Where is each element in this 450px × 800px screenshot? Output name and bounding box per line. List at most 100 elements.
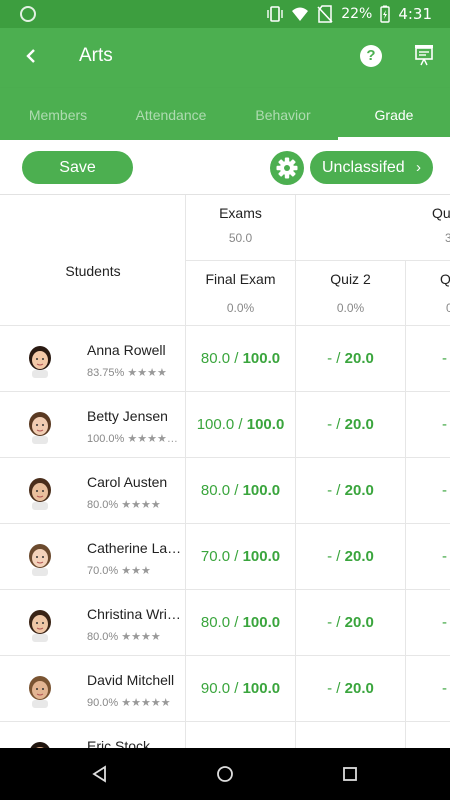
- grade-toolbar: Save Unclassifed ›: [0, 140, 450, 195]
- student-cell[interactable]: Carol Austen 80.0% ★★★★: [0, 458, 186, 524]
- star-rating: ★★★★: [127, 367, 167, 379]
- home-circle-icon[interactable]: [215, 764, 235, 784]
- grade-table: Students Exams 50.0 Qu 3 Final Exam 0.0%…: [0, 195, 450, 748]
- grade-cell[interactable]: - / 20.0: [296, 590, 406, 656]
- table-row[interactable]: Betty Jensen 100.0% ★★★★… 100.0 / 100.0- /…: [0, 392, 450, 458]
- avatar: [29, 610, 51, 642]
- grade-cell[interactable]: -: [406, 326, 450, 392]
- avatar: [29, 478, 51, 510]
- system-nav-bar: [0, 748, 450, 800]
- grade-max: 20.0: [344, 350, 374, 367]
- grade-cell[interactable]: -: [406, 524, 450, 590]
- student-summary: 100.0% ★★★★…: [87, 432, 183, 445]
- save-button[interactable]: Save: [22, 151, 133, 184]
- grade-cell[interactable]: -: [406, 656, 450, 722]
- student-summary: 70.0% ★★★: [87, 564, 183, 577]
- student-cell[interactable]: David Mitchell 90.0% ★★★★★: [0, 656, 186, 722]
- grade-cell[interactable]: -: [406, 458, 450, 524]
- grade-max: 20.0: [344, 482, 374, 499]
- column-header-quiz-2[interactable]: Quiz 2 0.0%: [296, 261, 406, 326]
- grade-cell[interactable]: 80.0 / 100.0: [186, 326, 296, 392]
- vibrate-icon: [267, 6, 283, 22]
- recents-square-icon[interactable]: [340, 764, 360, 784]
- table-row[interactable]: Catherine La… 70.0% ★★★ 70.0 / 100.0- / 20…: [0, 524, 450, 590]
- grade-cell[interactable]: - / 20.0: [296, 458, 406, 524]
- grade-cell[interactable]: - / 20.0: [296, 524, 406, 590]
- table-row[interactable]: Eric Stock: [0, 722, 450, 748]
- wifi-icon: [292, 7, 309, 21]
- avatar: [29, 544, 51, 576]
- grade-cell[interactable]: - / 20.0: [296, 392, 406, 458]
- grade-cell[interactable]: [296, 722, 406, 748]
- table-row[interactable]: Anna Rowell 83.75% ★★★★ 80.0 / 100.0- / 20…: [0, 326, 450, 392]
- tab-grade[interactable]: Grade: [338, 88, 450, 140]
- student-cell[interactable]: Betty Jensen 100.0% ★★★★…: [0, 392, 186, 458]
- grade-cell[interactable]: [186, 722, 296, 748]
- students-header-label: Students: [65, 263, 121, 279]
- grade-cell[interactable]: 70.0 / 100.0: [186, 524, 296, 590]
- student-percent: 90.0%: [87, 697, 119, 709]
- grade-cell[interactable]: -: [406, 392, 450, 458]
- star-rating: ★★★: [121, 565, 151, 577]
- grade-separator: /: [332, 416, 345, 433]
- grade-separator: /: [230, 614, 243, 631]
- tab-members[interactable]: Members: [2, 88, 114, 140]
- grade-score: 80.0: [200, 614, 231, 631]
- grade-cell[interactable]: -: [406, 590, 450, 656]
- grade-cell[interactable]: - / 20.0: [296, 326, 406, 392]
- student-percent: 70.0%: [87, 565, 119, 577]
- student-percent: 83.75%: [87, 367, 125, 379]
- grade-cell[interactable]: - / 20.0: [296, 656, 406, 722]
- presentation-icon[interactable]: [414, 44, 434, 66]
- tab-behavior[interactable]: Behavior: [227, 88, 339, 140]
- grade-max: 100.0: [242, 614, 281, 631]
- student-cell[interactable]: Eric Stock: [0, 722, 186, 748]
- table-row[interactable]: David Mitchell 90.0% ★★★★★ 90.0 / 100.0- /…: [0, 656, 450, 722]
- star-rating: ★★★★: [121, 631, 161, 643]
- group-header-exams[interactable]: Exams 50.0: [186, 195, 296, 261]
- grade-cell[interactable]: 80.0 / 100.0: [186, 590, 296, 656]
- student-name: Anna Rowell: [87, 342, 166, 358]
- student-cell[interactable]: Christina Wri… 80.0% ★★★★: [0, 590, 186, 656]
- column-name: Q: [440, 271, 450, 287]
- column-weight: 0.0%: [336, 301, 365, 315]
- student-percent: 80.0%: [87, 499, 119, 511]
- group-header-quizzes[interactable]: Qu 3: [296, 195, 450, 261]
- grade-score: 70.0: [200, 548, 231, 565]
- student-percent: 100.0%: [87, 433, 125, 445]
- student-name: Catherine La…: [87, 540, 182, 556]
- grade-max: 100.0: [246, 416, 285, 433]
- column-weight: 0.0%: [226, 301, 255, 315]
- back-triangle-icon[interactable]: [90, 764, 110, 784]
- gear-icon[interactable]: [270, 151, 304, 185]
- grade-cell[interactable]: 80.0 / 100.0: [186, 458, 296, 524]
- grade-separator: /: [332, 548, 345, 565]
- student-summary: 83.75% ★★★★: [87, 366, 183, 379]
- column-header-final-exam[interactable]: Final Exam 0.0%: [186, 261, 296, 326]
- grade-cell[interactable]: 100.0 / 100.0: [186, 392, 296, 458]
- table-row[interactable]: Christina Wri… 80.0% ★★★★ 80.0 / 100.0- / …: [0, 590, 450, 656]
- grade-max: 20.0: [344, 614, 374, 631]
- grade-cell[interactable]: 90.0 / 100.0: [186, 656, 296, 722]
- help-icon[interactable]: ?: [360, 45, 382, 67]
- student-cell[interactable]: Catherine La… 70.0% ★★★: [0, 524, 186, 590]
- classification-button[interactable]: Unclassifed ›: [310, 151, 433, 184]
- tab-attendance[interactable]: Attendance: [115, 88, 227, 140]
- clock: 4:31: [398, 5, 432, 23]
- back-arrow-icon[interactable]: [18, 42, 46, 70]
- student-name: Carol Austen: [87, 474, 168, 490]
- grade-separator: /: [332, 350, 345, 367]
- page-title: Arts: [79, 45, 113, 66]
- table-row[interactable]: Carol Austen 80.0% ★★★★ 80.0 / 100.0- / 20…: [0, 458, 450, 524]
- column-header-quiz[interactable]: Q 0: [406, 261, 450, 326]
- grade-score: 100.0: [196, 416, 235, 433]
- classification-label: Unclassifed: [322, 159, 405, 176]
- notification-icon: [20, 6, 36, 22]
- grade-separator: /: [332, 614, 345, 631]
- student-summary: 90.0% ★★★★★: [87, 696, 183, 709]
- student-summary: 80.0% ★★★★: [87, 498, 183, 511]
- student-cell[interactable]: Anna Rowell 83.75% ★★★★: [0, 326, 186, 392]
- grade-cell[interactable]: [406, 722, 450, 748]
- star-rating: ★★★★…: [127, 433, 178, 445]
- avatar: [29, 346, 51, 378]
